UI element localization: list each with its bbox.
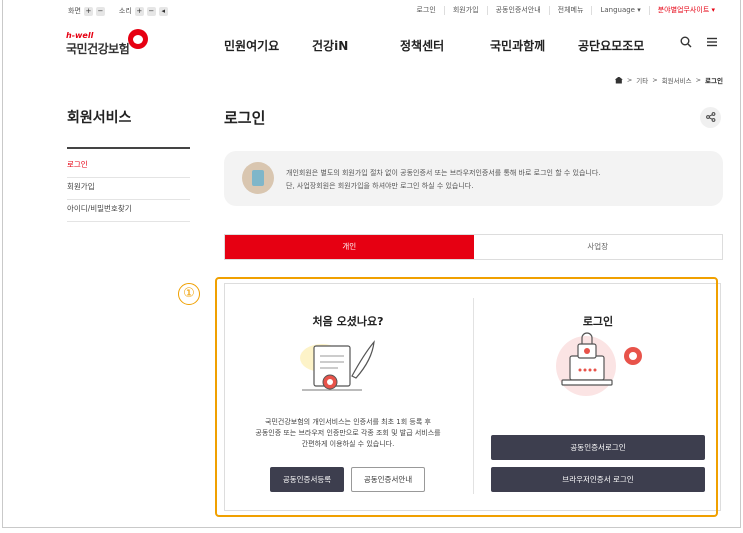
logo-mark-icon — [128, 29, 148, 49]
callout-number: ① — [178, 283, 200, 305]
volume-up-icon[interactable]: + — [134, 6, 144, 16]
util-link-login[interactable]: 로그인 — [408, 6, 445, 15]
tab-business[interactable]: 사업장 — [474, 235, 723, 259]
zoom-in-icon[interactable]: + — [83, 6, 93, 16]
register-cert-button[interactable]: 공동인증서등록 — [270, 467, 344, 492]
sidebar-item-join[interactable]: 회원가입 — [67, 178, 190, 200]
language-select[interactable]: Language ▾ — [592, 6, 650, 15]
gnb-item-policy[interactable]: 정책센터 — [400, 37, 444, 54]
header-icons — [680, 36, 718, 52]
panel-divider — [473, 298, 474, 494]
first-visit-desc: 국민건강보험의 개인서비스는 인증서를 최초 1회 등록 후 공동인증 또는 브… — [228, 417, 468, 450]
first-visit-desc-line-2: 공동인증 또는 브라우저 인증만으로 각종 조회 및 발급 서비스를 — [255, 429, 441, 437]
certificate-icon — [300, 340, 375, 391]
volume-down-icon[interactable]: − — [146, 6, 156, 16]
util-link-sitemap[interactable]: 전체메뉴 — [550, 6, 593, 15]
sidebar-title: 회원서비스 — [67, 110, 132, 126]
util-link-cert-guide[interactable]: 공동인증서안내 — [488, 6, 550, 15]
screen-size-label: 화면 — [68, 7, 81, 15]
gnb-item-civil[interactable]: 민원여기요 — [224, 37, 279, 54]
sound-label: 소리 — [118, 7, 132, 15]
breadcrumb-current: 로그인 — [705, 77, 723, 85]
first-visit-heading: 처음 오셨나요? — [312, 315, 384, 328]
tab-personal[interactable]: 개인 — [225, 235, 474, 259]
member-type-tabs: 개인 사업장 — [224, 234, 723, 260]
notice-line-1: 개인회원은 별도의 회원가입 절차 없이 공동인증서 또는 브라우저인증서를 통… — [286, 169, 601, 177]
building-icon — [242, 162, 274, 194]
breadcrumb-sep: > — [695, 76, 702, 84]
breadcrumb: > 기타 > 회원서비스 > 로그인 — [614, 75, 723, 85]
menu-icon[interactable] — [706, 36, 718, 52]
share-icon[interactable] — [700, 107, 721, 128]
breadcrumb-item[interactable]: 기타 — [636, 75, 648, 85]
home-icon[interactable] — [614, 76, 623, 84]
sidebar-divider — [67, 147, 190, 149]
first-visit-desc-line-3: 간편하게 이용하실 수 있습니다. — [301, 440, 395, 448]
sidebar-item-login[interactable]: 로그인 — [67, 156, 190, 178]
cert-login-button[interactable]: 공동인증서로그인 — [491, 435, 705, 460]
site-logo[interactable]: h-well 국민건강보험 — [66, 29, 148, 57]
speaker-icon[interactable]: ◂ — [158, 6, 168, 16]
search-icon[interactable] — [680, 36, 692, 52]
first-visit-desc-line-1: 국민건강보험의 개인서비스는 인증서를 최초 1회 등록 후 — [265, 418, 431, 426]
breadcrumb-sep: > — [652, 76, 658, 84]
zoom-out-icon[interactable]: − — [95, 6, 105, 16]
gnb-item-health[interactable]: 건강iN — [312, 37, 348, 54]
breadcrumb-item[interactable]: 회원서비스 — [662, 75, 692, 85]
browser-cert-login-button[interactable]: 브라우저인증서 로그인 — [491, 467, 705, 492]
notice-box: 개인회원은 별도의 회원가입 절차 없이 공동인증서 또는 브라우저인증서를 통… — [224, 151, 723, 206]
logo-subtext: h-well — [66, 31, 94, 40]
utility-links: 로그인 회원가입 공동인증서안내 전체메뉴 Language ▾ 분야별업무사이… — [408, 6, 723, 15]
utility-bar: 화면 + − 소리 + − ◂ 로그인 회원가입 공동인증서안내 전체메뉴 La… — [0, 5, 743, 19]
sidebar-menu: 로그인 회원가입 아이디/비밀번호찾기 — [67, 156, 190, 222]
sidebar-item-find-account[interactable]: 아이디/비밀번호찾기 — [67, 200, 190, 222]
gnb-item-about[interactable]: 공단요모조모 — [578, 37, 644, 54]
gnb-item-public[interactable]: 국민과함께 — [490, 37, 545, 54]
breadcrumb-sep: > — [626, 76, 633, 84]
cert-guide-button[interactable]: 공동인증서안내 — [351, 467, 425, 492]
util-link-join[interactable]: 회원가입 — [445, 6, 488, 15]
page-title: 로그인 — [224, 109, 266, 127]
field-sites-select[interactable]: 분야별업무사이트 ▾ — [650, 6, 723, 15]
notice-line-2: 단, 사업장회원은 회원가입을 하셔야만 로그인 하실 수 있습니다. — [286, 182, 474, 190]
logo-name: 국민건강보험 — [66, 42, 130, 56]
laptop-lock-icon — [556, 332, 642, 396]
accessibility-controls: 화면 + − 소리 + − ◂ — [68, 6, 168, 16]
